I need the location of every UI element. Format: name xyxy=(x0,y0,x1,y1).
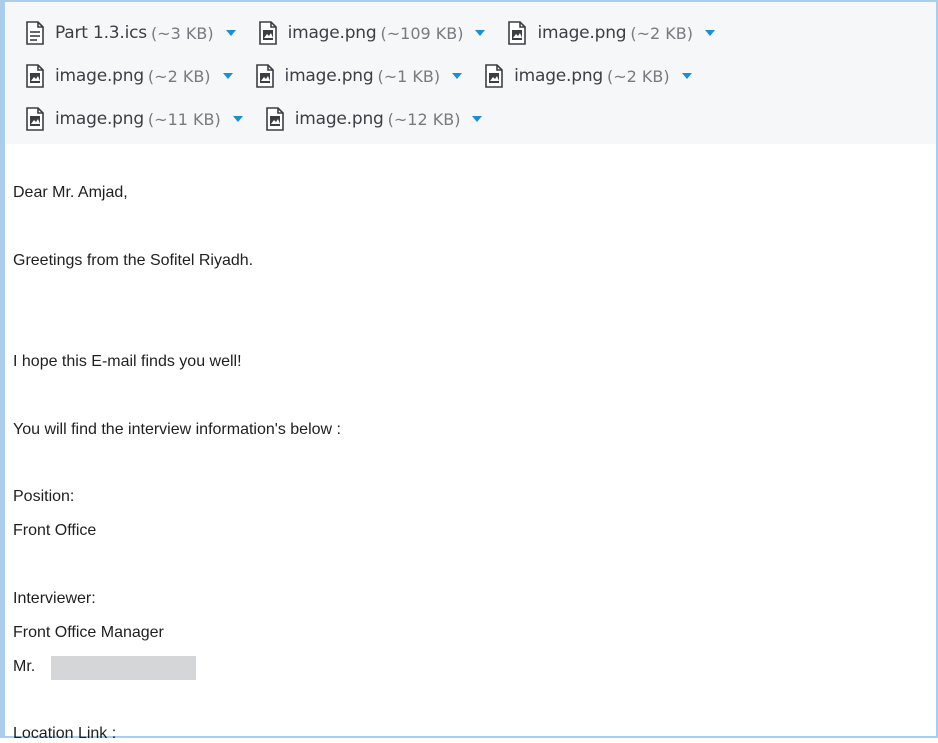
position-label: Position: xyxy=(13,488,75,505)
attachment-size: (~12 KB) xyxy=(387,109,461,129)
attachment-name: image.png xyxy=(287,23,377,43)
attachment-size: (~109 KB) xyxy=(380,23,464,43)
attachment-size: (~2 KB) xyxy=(607,66,670,86)
redacted-name xyxy=(51,656,196,680)
attachment-item[interactable]: image.png (~2 KB) xyxy=(484,64,692,88)
chevron-down-icon[interactable] xyxy=(475,30,486,36)
image-file-icon xyxy=(485,64,503,88)
attachment-size: (~2 KB) xyxy=(147,66,211,86)
chevron-down-icon[interactable] xyxy=(225,30,236,36)
email-wellwish: I hope this E-mail finds you well! xyxy=(13,353,242,370)
chevron-down-icon[interactable] xyxy=(705,30,716,36)
attachment-item[interactable]: image.png (~11 KB) xyxy=(25,107,243,131)
interviewer-label: Interviewer: xyxy=(13,590,96,607)
image-file-icon xyxy=(26,107,44,131)
attachment-size: (~2 KB) xyxy=(630,23,694,43)
attachment-name: image.png xyxy=(537,23,627,43)
image-file-icon xyxy=(265,107,284,131)
attachment-item[interactable]: image.png (~2 KB) xyxy=(507,21,716,45)
attachment-item[interactable]: Part 1.3.ics (~3 KB) xyxy=(25,21,236,45)
attachment-item[interactable]: image.png (~2 KB) xyxy=(25,64,233,88)
email-intro: You will find the interview information'… xyxy=(13,421,341,438)
attachment-name: image.png xyxy=(55,109,144,129)
attachment-name: image.png xyxy=(55,66,144,86)
attachment-row: Part 1.3.ics (~3 KB) image.png (~109 KB)… xyxy=(25,18,737,48)
interviewer-value: Front Office Manager xyxy=(13,624,164,641)
position-value: Front Office xyxy=(13,522,97,539)
interviewer-name-prefix: Mr. xyxy=(13,658,36,675)
email-greeting: Greetings from the Sofitel Riyadh. xyxy=(13,252,254,269)
attachment-size: (~1 KB) xyxy=(377,66,441,86)
location-label: Location Link : xyxy=(13,725,117,742)
email-salutation: Dear Mr. Amjad, xyxy=(13,184,128,201)
calendar-file-icon xyxy=(26,21,44,45)
image-file-icon xyxy=(258,21,277,45)
chevron-down-icon[interactable] xyxy=(222,73,233,79)
attachment-row: image.png (~11 KB) image.png (~12 KB) xyxy=(25,104,504,134)
chevron-down-icon[interactable] xyxy=(681,73,692,79)
chevron-down-icon[interactable] xyxy=(472,116,483,122)
image-file-icon xyxy=(508,21,527,45)
attachment-size: (~11 KB) xyxy=(147,109,221,129)
chevron-down-icon[interactable] xyxy=(232,116,243,122)
attachment-name: image.png xyxy=(514,66,604,86)
attachment-row: image.png (~2 KB) image.png (~1 KB) imag… xyxy=(25,61,714,91)
attachment-item[interactable]: image.png (~1 KB) xyxy=(255,64,463,88)
attachment-item[interactable]: image.png (~109 KB) xyxy=(258,21,486,45)
image-file-icon xyxy=(26,64,44,88)
chevron-down-icon[interactable] xyxy=(452,73,463,79)
image-file-icon xyxy=(255,64,274,88)
attachment-list: Part 1.3.ics (~3 KB) image.png (~109 KB)… xyxy=(5,2,936,144)
attachment-name: image.png xyxy=(284,66,374,86)
attachment-name: Part 1.3.ics xyxy=(55,23,147,43)
attachment-size: (~3 KB) xyxy=(150,23,214,43)
attachment-name: image.png xyxy=(294,109,384,129)
attachment-item[interactable]: image.png (~12 KB) xyxy=(265,107,483,131)
